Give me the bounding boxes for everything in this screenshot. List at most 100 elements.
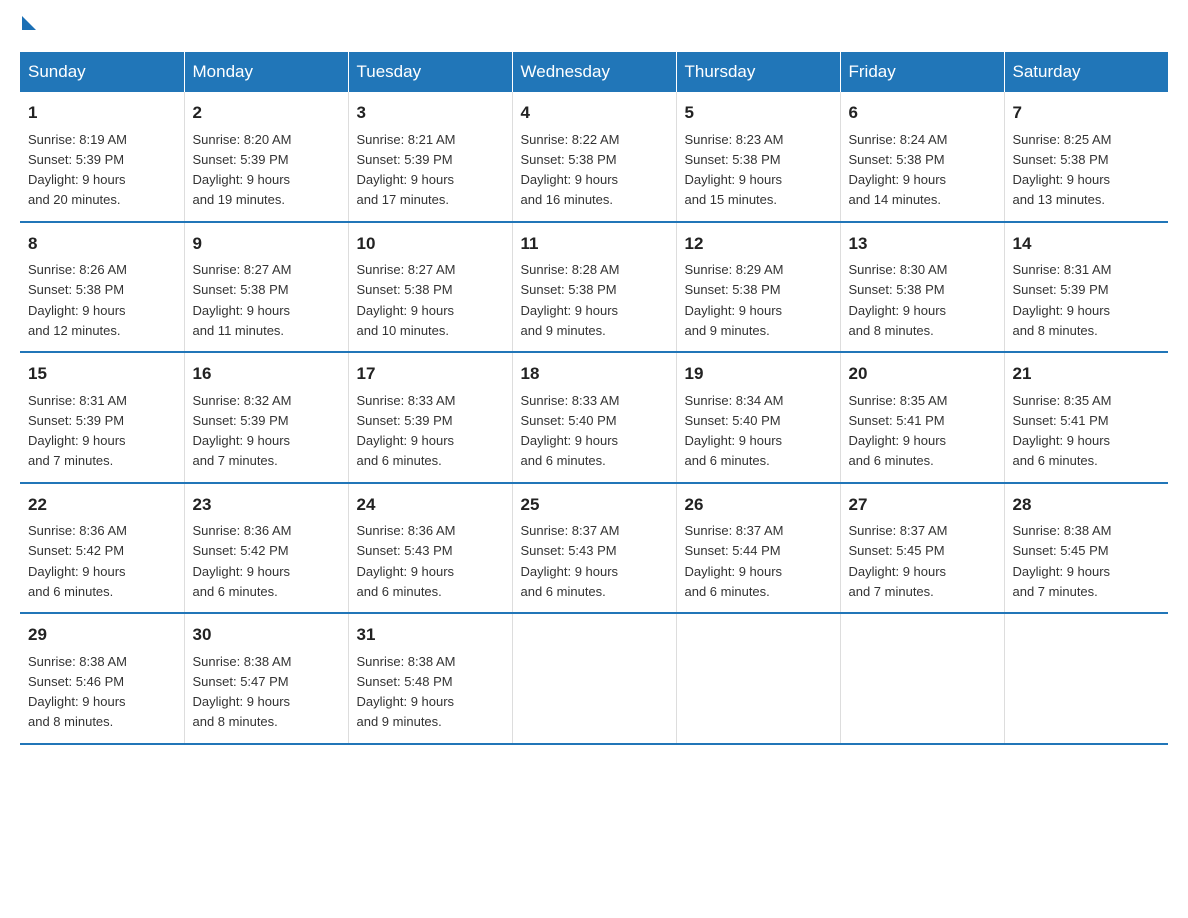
calendar-cell — [512, 613, 676, 744]
day-number: 12 — [685, 231, 832, 257]
calendar-cell: 9 Sunrise: 8:27 AMSunset: 5:38 PMDayligh… — [184, 222, 348, 353]
calendar-cell — [840, 613, 1004, 744]
calendar-cell: 23 Sunrise: 8:36 AMSunset: 5:42 PMDaylig… — [184, 483, 348, 614]
weekday-header-thursday: Thursday — [676, 52, 840, 92]
day-number: 3 — [357, 100, 504, 126]
day-number: 15 — [28, 361, 176, 387]
day-number: 6 — [849, 100, 996, 126]
weekday-header-saturday: Saturday — [1004, 52, 1168, 92]
day-info: Sunrise: 8:34 AMSunset: 5:40 PMDaylight:… — [685, 393, 784, 469]
weekday-header-row: SundayMondayTuesdayWednesdayThursdayFrid… — [20, 52, 1168, 92]
day-number: 24 — [357, 492, 504, 518]
day-info: Sunrise: 8:33 AMSunset: 5:39 PMDaylight:… — [357, 393, 456, 469]
day-info: Sunrise: 8:36 AMSunset: 5:42 PMDaylight:… — [28, 523, 127, 599]
day-info: Sunrise: 8:22 AMSunset: 5:38 PMDaylight:… — [521, 132, 620, 208]
calendar-table: SundayMondayTuesdayWednesdayThursdayFrid… — [20, 52, 1168, 745]
calendar-cell: 27 Sunrise: 8:37 AMSunset: 5:45 PMDaylig… — [840, 483, 1004, 614]
calendar-cell: 29 Sunrise: 8:38 AMSunset: 5:46 PMDaylig… — [20, 613, 184, 744]
calendar-cell: 4 Sunrise: 8:22 AMSunset: 5:38 PMDayligh… — [512, 92, 676, 222]
day-number: 29 — [28, 622, 176, 648]
day-number: 4 — [521, 100, 668, 126]
day-info: Sunrise: 8:20 AMSunset: 5:39 PMDaylight:… — [193, 132, 292, 208]
day-number: 5 — [685, 100, 832, 126]
day-info: Sunrise: 8:35 AMSunset: 5:41 PMDaylight:… — [849, 393, 948, 469]
calendar-cell: 13 Sunrise: 8:30 AMSunset: 5:38 PMDaylig… — [840, 222, 1004, 353]
calendar-week-row: 8 Sunrise: 8:26 AMSunset: 5:38 PMDayligh… — [20, 222, 1168, 353]
calendar-cell — [1004, 613, 1168, 744]
weekday-header-tuesday: Tuesday — [348, 52, 512, 92]
day-info: Sunrise: 8:37 AMSunset: 5:43 PMDaylight:… — [521, 523, 620, 599]
day-number: 7 — [1013, 100, 1161, 126]
day-info: Sunrise: 8:36 AMSunset: 5:42 PMDaylight:… — [193, 523, 292, 599]
day-number: 21 — [1013, 361, 1161, 387]
day-number: 18 — [521, 361, 668, 387]
day-info: Sunrise: 8:38 AMSunset: 5:46 PMDaylight:… — [28, 654, 127, 730]
day-number: 27 — [849, 492, 996, 518]
weekday-header-wednesday: Wednesday — [512, 52, 676, 92]
day-number: 30 — [193, 622, 340, 648]
weekday-header-sunday: Sunday — [20, 52, 184, 92]
day-info: Sunrise: 8:24 AMSunset: 5:38 PMDaylight:… — [849, 132, 948, 208]
calendar-cell: 22 Sunrise: 8:36 AMSunset: 5:42 PMDaylig… — [20, 483, 184, 614]
calendar-week-row: 29 Sunrise: 8:38 AMSunset: 5:46 PMDaylig… — [20, 613, 1168, 744]
day-info: Sunrise: 8:32 AMSunset: 5:39 PMDaylight:… — [193, 393, 292, 469]
day-number: 1 — [28, 100, 176, 126]
day-info: Sunrise: 8:27 AMSunset: 5:38 PMDaylight:… — [193, 262, 292, 338]
day-info: Sunrise: 8:29 AMSunset: 5:38 PMDaylight:… — [685, 262, 784, 338]
day-info: Sunrise: 8:38 AMSunset: 5:47 PMDaylight:… — [193, 654, 292, 730]
calendar-cell: 16 Sunrise: 8:32 AMSunset: 5:39 PMDaylig… — [184, 352, 348, 483]
day-number: 2 — [193, 100, 340, 126]
calendar-cell: 21 Sunrise: 8:35 AMSunset: 5:41 PMDaylig… — [1004, 352, 1168, 483]
day-number: 31 — [357, 622, 504, 648]
day-info: Sunrise: 8:33 AMSunset: 5:40 PMDaylight:… — [521, 393, 620, 469]
calendar-week-row: 15 Sunrise: 8:31 AMSunset: 5:39 PMDaylig… — [20, 352, 1168, 483]
calendar-cell: 7 Sunrise: 8:25 AMSunset: 5:38 PMDayligh… — [1004, 92, 1168, 222]
calendar-week-row: 22 Sunrise: 8:36 AMSunset: 5:42 PMDaylig… — [20, 483, 1168, 614]
day-number: 17 — [357, 361, 504, 387]
day-info: Sunrise: 8:30 AMSunset: 5:38 PMDaylight:… — [849, 262, 948, 338]
day-number: 14 — [1013, 231, 1161, 257]
calendar-cell: 18 Sunrise: 8:33 AMSunset: 5:40 PMDaylig… — [512, 352, 676, 483]
calendar-cell: 5 Sunrise: 8:23 AMSunset: 5:38 PMDayligh… — [676, 92, 840, 222]
weekday-header-friday: Friday — [840, 52, 1004, 92]
day-number: 9 — [193, 231, 340, 257]
calendar-cell: 1 Sunrise: 8:19 AMSunset: 5:39 PMDayligh… — [20, 92, 184, 222]
calendar-cell: 3 Sunrise: 8:21 AMSunset: 5:39 PMDayligh… — [348, 92, 512, 222]
day-info: Sunrise: 8:38 AMSunset: 5:45 PMDaylight:… — [1013, 523, 1112, 599]
day-number: 13 — [849, 231, 996, 257]
day-info: Sunrise: 8:28 AMSunset: 5:38 PMDaylight:… — [521, 262, 620, 338]
logo — [20, 20, 36, 32]
day-info: Sunrise: 8:25 AMSunset: 5:38 PMDaylight:… — [1013, 132, 1112, 208]
day-info: Sunrise: 8:19 AMSunset: 5:39 PMDaylight:… — [28, 132, 127, 208]
calendar-cell: 14 Sunrise: 8:31 AMSunset: 5:39 PMDaylig… — [1004, 222, 1168, 353]
day-info: Sunrise: 8:31 AMSunset: 5:39 PMDaylight:… — [28, 393, 127, 469]
weekday-header-monday: Monday — [184, 52, 348, 92]
calendar-cell — [676, 613, 840, 744]
day-info: Sunrise: 8:35 AMSunset: 5:41 PMDaylight:… — [1013, 393, 1112, 469]
day-number: 22 — [28, 492, 176, 518]
day-number: 20 — [849, 361, 996, 387]
calendar-cell: 8 Sunrise: 8:26 AMSunset: 5:38 PMDayligh… — [20, 222, 184, 353]
day-number: 26 — [685, 492, 832, 518]
day-number: 11 — [521, 231, 668, 257]
day-number: 10 — [357, 231, 504, 257]
calendar-cell: 30 Sunrise: 8:38 AMSunset: 5:47 PMDaylig… — [184, 613, 348, 744]
calendar-cell: 12 Sunrise: 8:29 AMSunset: 5:38 PMDaylig… — [676, 222, 840, 353]
calendar-cell: 15 Sunrise: 8:31 AMSunset: 5:39 PMDaylig… — [20, 352, 184, 483]
calendar-cell: 20 Sunrise: 8:35 AMSunset: 5:41 PMDaylig… — [840, 352, 1004, 483]
day-info: Sunrise: 8:23 AMSunset: 5:38 PMDaylight:… — [685, 132, 784, 208]
logo-arrow-icon — [22, 16, 36, 30]
calendar-cell: 25 Sunrise: 8:37 AMSunset: 5:43 PMDaylig… — [512, 483, 676, 614]
calendar-cell: 28 Sunrise: 8:38 AMSunset: 5:45 PMDaylig… — [1004, 483, 1168, 614]
day-info: Sunrise: 8:31 AMSunset: 5:39 PMDaylight:… — [1013, 262, 1112, 338]
calendar-cell: 24 Sunrise: 8:36 AMSunset: 5:43 PMDaylig… — [348, 483, 512, 614]
day-number: 25 — [521, 492, 668, 518]
calendar-body: 1 Sunrise: 8:19 AMSunset: 5:39 PMDayligh… — [20, 92, 1168, 744]
page-header — [20, 20, 1168, 32]
calendar-cell: 26 Sunrise: 8:37 AMSunset: 5:44 PMDaylig… — [676, 483, 840, 614]
day-number: 19 — [685, 361, 832, 387]
day-info: Sunrise: 8:27 AMSunset: 5:38 PMDaylight:… — [357, 262, 456, 338]
calendar-cell: 2 Sunrise: 8:20 AMSunset: 5:39 PMDayligh… — [184, 92, 348, 222]
calendar-cell: 19 Sunrise: 8:34 AMSunset: 5:40 PMDaylig… — [676, 352, 840, 483]
calendar-header: SundayMondayTuesdayWednesdayThursdayFrid… — [20, 52, 1168, 92]
